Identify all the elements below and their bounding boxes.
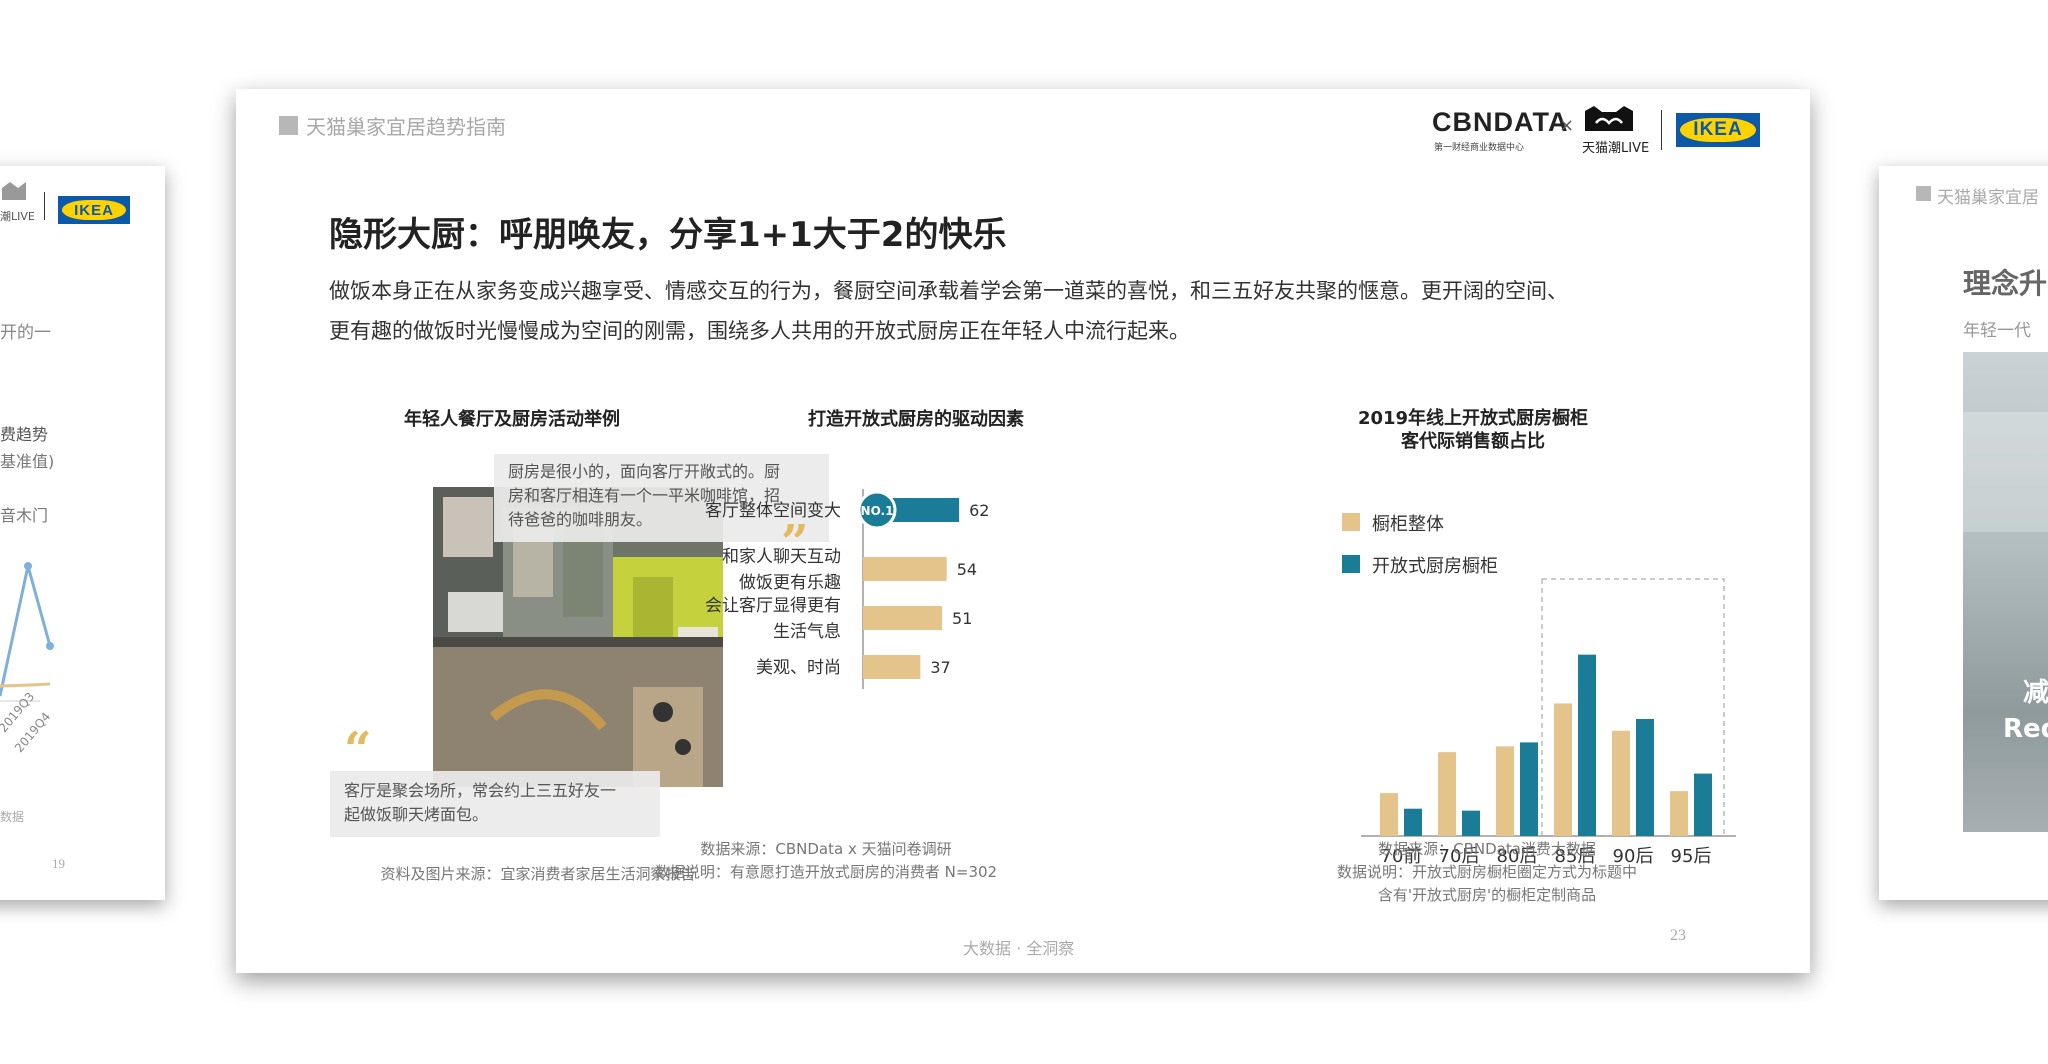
right-card-photo: 减 Red (1963, 352, 2048, 832)
source-line: 数据来源：CBNData x 天猫问卷调研 (700, 840, 952, 858)
logo-divider (1661, 110, 1662, 150)
right-card-subtitle: 年轻一代 (1963, 321, 2031, 341)
header-title: 天猫巢家宜居趋势指南 (306, 115, 506, 139)
hbar-value-label: 51 (952, 609, 972, 628)
vbar-bar (1520, 742, 1538, 836)
hbar-svg: 62 客厅整体空间变大 54 和家人聊天互动做饭更有乐趣 51 会让客厅显得更有生活气息 3… (705, 489, 989, 689)
vbar-bar (1578, 654, 1596, 836)
header-marker (1916, 186, 1931, 201)
vbar-bar (1670, 791, 1688, 836)
photo-highlight (1963, 412, 2048, 532)
mid-panel-source: 数据来源：CBNData x 天猫问卷调研 数据说明：有意愿打造开放式厨房的消费… (626, 838, 1026, 884)
intro-line: 做饭本身正在从家务变成兴趣享受、情感交互的行为，餐厨空间承载着学会第一道菜的喜悦… (329, 279, 1568, 303)
vbar-bar (1380, 793, 1398, 836)
left-card-ikea-logo: IKEA (58, 196, 130, 224)
vbar-bar (1496, 746, 1514, 836)
ikea-logo-text: IKEA (1680, 118, 1756, 142)
right-card-title: 理念升 (1963, 267, 2048, 300)
no1-badge-text: NO.1 (861, 504, 894, 518)
line-series (0, 682, 51, 688)
source-line: 数据来源：CBNData消费大数据 (1378, 840, 1596, 858)
vbar-bar (1612, 730, 1630, 836)
quote-line: 起做饭聊天烤面包。 (344, 805, 489, 824)
intro-paragraph: 做饭本身正在从家务变成兴趣享受、情感交互的行为，餐厨空间承载着学会第一道菜的喜悦… (329, 271, 1729, 351)
source-line: 数据说明：开放式厨房橱柜圈定方式为标题中 (1336, 863, 1637, 881)
right-panel-source: 数据来源：CBNData消费大数据 数据说明：开放式厨房橱柜圈定方式为标题中 含… (1287, 838, 1687, 907)
right-slide-card: 天猫巢家宜居 理念升 年轻一代 减 Red (1879, 166, 2048, 900)
left-card-page-number: 19 (52, 856, 65, 871)
vbar-svg: 70前 70后 80后 85后 90后 95后 (1361, 578, 1736, 867)
right-card-photo-text: 减 (2023, 678, 2048, 708)
tmall-cat-icon (1585, 106, 1633, 131)
hbar-category-label: 生活气息 (773, 622, 841, 642)
tmall-live-text: 天猫潮LIVE (1582, 141, 1650, 156)
cbndata-logo-subtitle: 第一财经商业数据中心 (1434, 143, 1525, 153)
tmall-logo-icon (2, 182, 26, 200)
generation-sales-chart: 70前 70后 80后 85后 90后 95后 (1336, 509, 1756, 879)
right-card-photo-text: Red (2003, 714, 2048, 744)
right-card-header: 天猫巢家宜居 (1937, 188, 2039, 208)
vbar-bar (1554, 703, 1572, 836)
hbar-value-label: 37 (930, 658, 950, 677)
cbndata-logo: CBNDATA (1432, 107, 1569, 137)
vbar-chart-title: 2019年线上开放式厨房橱柜 客代际销售额占比 (1278, 407, 1668, 453)
vbar-bar (1462, 810, 1480, 836)
left-card-header: 潮LIVE IKEA (0, 178, 165, 224)
vbar-chart-title-line: 客代际销售额占比 (1401, 431, 1545, 452)
hbar-category-label: 做饭更有乐趣 (739, 573, 841, 593)
page-title: 隐形大厨：呼朋唤友，分享1+1大于2的快乐 (329, 215, 1007, 255)
line-series (0, 565, 52, 697)
quote-line: 厨房是很小的，面向客厅开敞式的。厨 (508, 462, 781, 481)
times-sign: × (1559, 115, 1575, 136)
left-card-text: 开的一 (0, 323, 51, 343)
hbar-category-label: 客厅整体空间变大 (705, 501, 841, 521)
left-card-source: 数据 (0, 810, 25, 824)
left-slide-card: 潮LIVE IKEA 开的一 费趋势 基准值) 音木门 2019Q3 2019Q… (0, 166, 165, 900)
left-card-text: 费趋势 (0, 425, 49, 444)
hbar-category-label: 和家人聊天互动 (722, 547, 841, 567)
vbar-bar (1694, 773, 1712, 836)
left-card-text: 基准值) (0, 452, 55, 471)
left-card-text: 音木门 (0, 506, 49, 525)
vbar-chart-title-line: 2019年线上开放式厨房橱柜 (1357, 408, 1589, 429)
left-card-line-chart (0, 562, 54, 702)
source-line: 数据说明：有意愿打造开放式厨房的消费者 N=302 (654, 863, 998, 881)
hbar-category-label: 会让客厅显得更有 (705, 596, 841, 616)
hbar-value-label: 54 (957, 560, 977, 579)
line-point (24, 562, 32, 570)
left-panel-title: 年轻人餐厅及厨房活动举例 (404, 409, 620, 430)
footer-text: 大数据 · 全洞察 (963, 939, 1075, 958)
vbar-bar (1438, 752, 1456, 836)
page-number: 23 (1670, 927, 1686, 944)
line-point (46, 642, 54, 650)
hbar-chart-title: 打造开放式厨房的驱动因素 (808, 409, 1024, 430)
quote-line: 客厅是聚会场所，常会约上三五好友一 (344, 781, 617, 800)
hbar-bar (863, 557, 947, 581)
intro-line: 更有趣的做饭时光慢慢成为空间的刚需，围绕多人共用的开放式厨房正在年轻人中流行起来… (329, 319, 1190, 343)
hbar-category-label: 美观、时尚 (756, 658, 841, 678)
logo-divider (44, 192, 45, 220)
quote-box-bottom: 客厅是聚会场所，常会约上三五好友一 起做饭聊天烤面包。 (330, 771, 660, 837)
vbar-bar (1636, 719, 1654, 836)
header-marker (279, 116, 298, 135)
hbar-bar (863, 655, 921, 679)
hbar-value-label: 62 (969, 501, 989, 520)
left-card-tmall-text: 潮LIVE (0, 210, 35, 223)
main-slide: 天猫巢家宜居趋势指南 CBNDATA 第一财经商业数据中心 × 天猫潮LIVE … (236, 89, 1810, 973)
driving-factors-chart: 62 客厅整体空间变大 54 和家人聊天互动做饭更有乐趣 51 会让客厅显得更有生活气息 3… (686, 489, 1086, 849)
ikea-logo: IKEA (1676, 113, 1760, 147)
hbar-bar (863, 606, 943, 630)
vbar-bar (1404, 808, 1422, 836)
source-line: 含有'开放式厨房'的橱柜定制商品 (1377, 886, 1597, 904)
open-quote-icon: “ (344, 722, 372, 778)
partner-logos: CBNDATA 第一财经商业数据中心 × 天猫潮LIVE IKEA (1432, 105, 1792, 156)
